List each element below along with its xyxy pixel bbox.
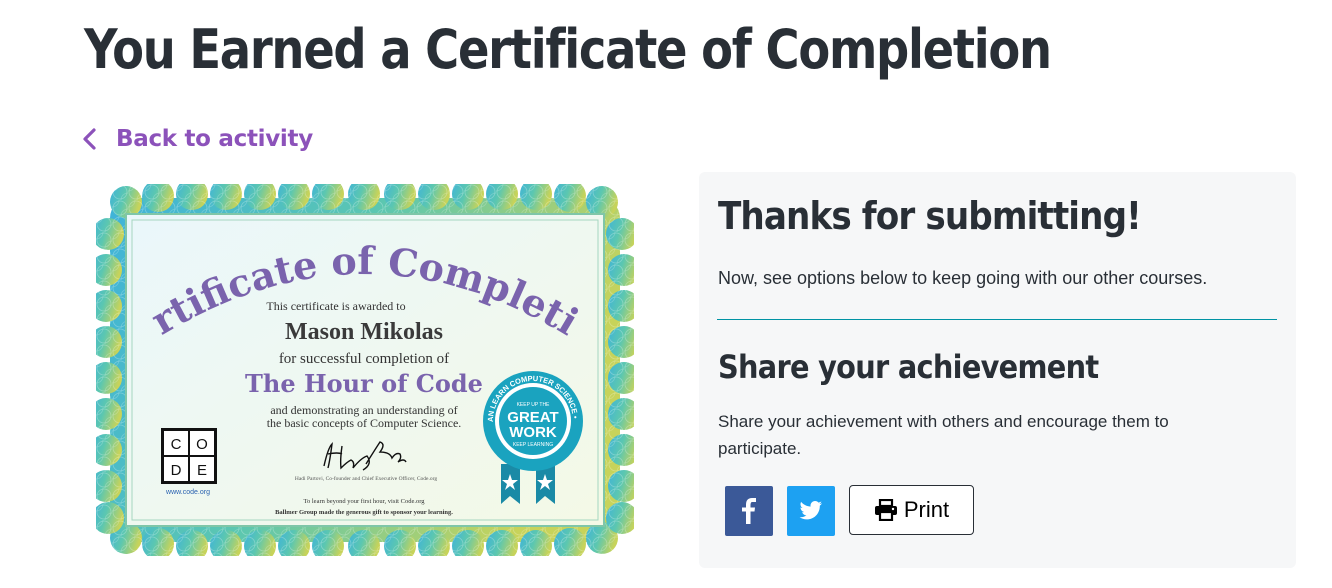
panel-subtext: Now, see options below to keep going wit… — [718, 268, 1208, 288]
certificate-completion-of: for successful completion of — [279, 351, 449, 367]
logo-letter-d: D — [171, 462, 182, 479]
printer-icon — [874, 499, 897, 521]
submission-panel: Thanks for submitting! Now, see options … — [699, 172, 1296, 568]
logo-url: www.code.org — [165, 489, 210, 496]
share-heading: Share your achievement — [718, 348, 1099, 386]
print-label: Print — [903, 497, 950, 522]
back-to-activity-link[interactable]: Back to activity — [80, 126, 313, 152]
certificate-awarded-to: This certificate is awarded to — [266, 299, 405, 313]
print-button[interactable]: Print — [849, 485, 974, 535]
facebook-share-button[interactable] — [725, 486, 773, 536]
facebook-icon — [742, 498, 756, 524]
certificate-understanding-line-2: the basic concepts of Computer Science. — [267, 416, 462, 430]
badge-bottom-text: KEEP LEARNING — [513, 442, 553, 448]
certificate-footer-line-1: To learn beyond your first hour, visit C… — [303, 498, 425, 505]
signer-title: Hadi Partovi, Co-founder and Chief Execu… — [295, 475, 437, 482]
certificate-graphic: Certificate of Completion This certifica… — [81, 148, 640, 562]
badge-main-line-2: WORK — [509, 424, 557, 441]
certificate-understanding-line-1: and demonstrating an understanding of — [270, 403, 457, 417]
logo-letter-e: E — [197, 462, 207, 479]
chevron-left-icon — [83, 128, 96, 150]
certificate-image: Certificate of Completion This certifica… — [81, 148, 640, 562]
panel-heading: Thanks for submitting! — [718, 194, 1142, 238]
page-title: You Earned a Certificate of Completion — [84, 18, 1052, 81]
share-text: Share your achievement with others and e… — [718, 412, 1169, 458]
logo-letter-c: C — [171, 436, 182, 453]
certificate-footer-line-2: Ballmer Group made the generous gift to … — [275, 509, 453, 516]
badge-top-text: KEEP UP THE — [517, 402, 550, 408]
panel-divider — [717, 319, 1277, 320]
back-to-activity-label: Back to activity — [116, 126, 313, 152]
certificate-course: The Hour of Code — [245, 369, 483, 398]
certificate-recipient: Mason Mikolas — [285, 319, 443, 345]
twitter-share-button[interactable] — [787, 486, 835, 536]
twitter-icon — [799, 501, 822, 520]
logo-letter-o: O — [196, 436, 208, 453]
